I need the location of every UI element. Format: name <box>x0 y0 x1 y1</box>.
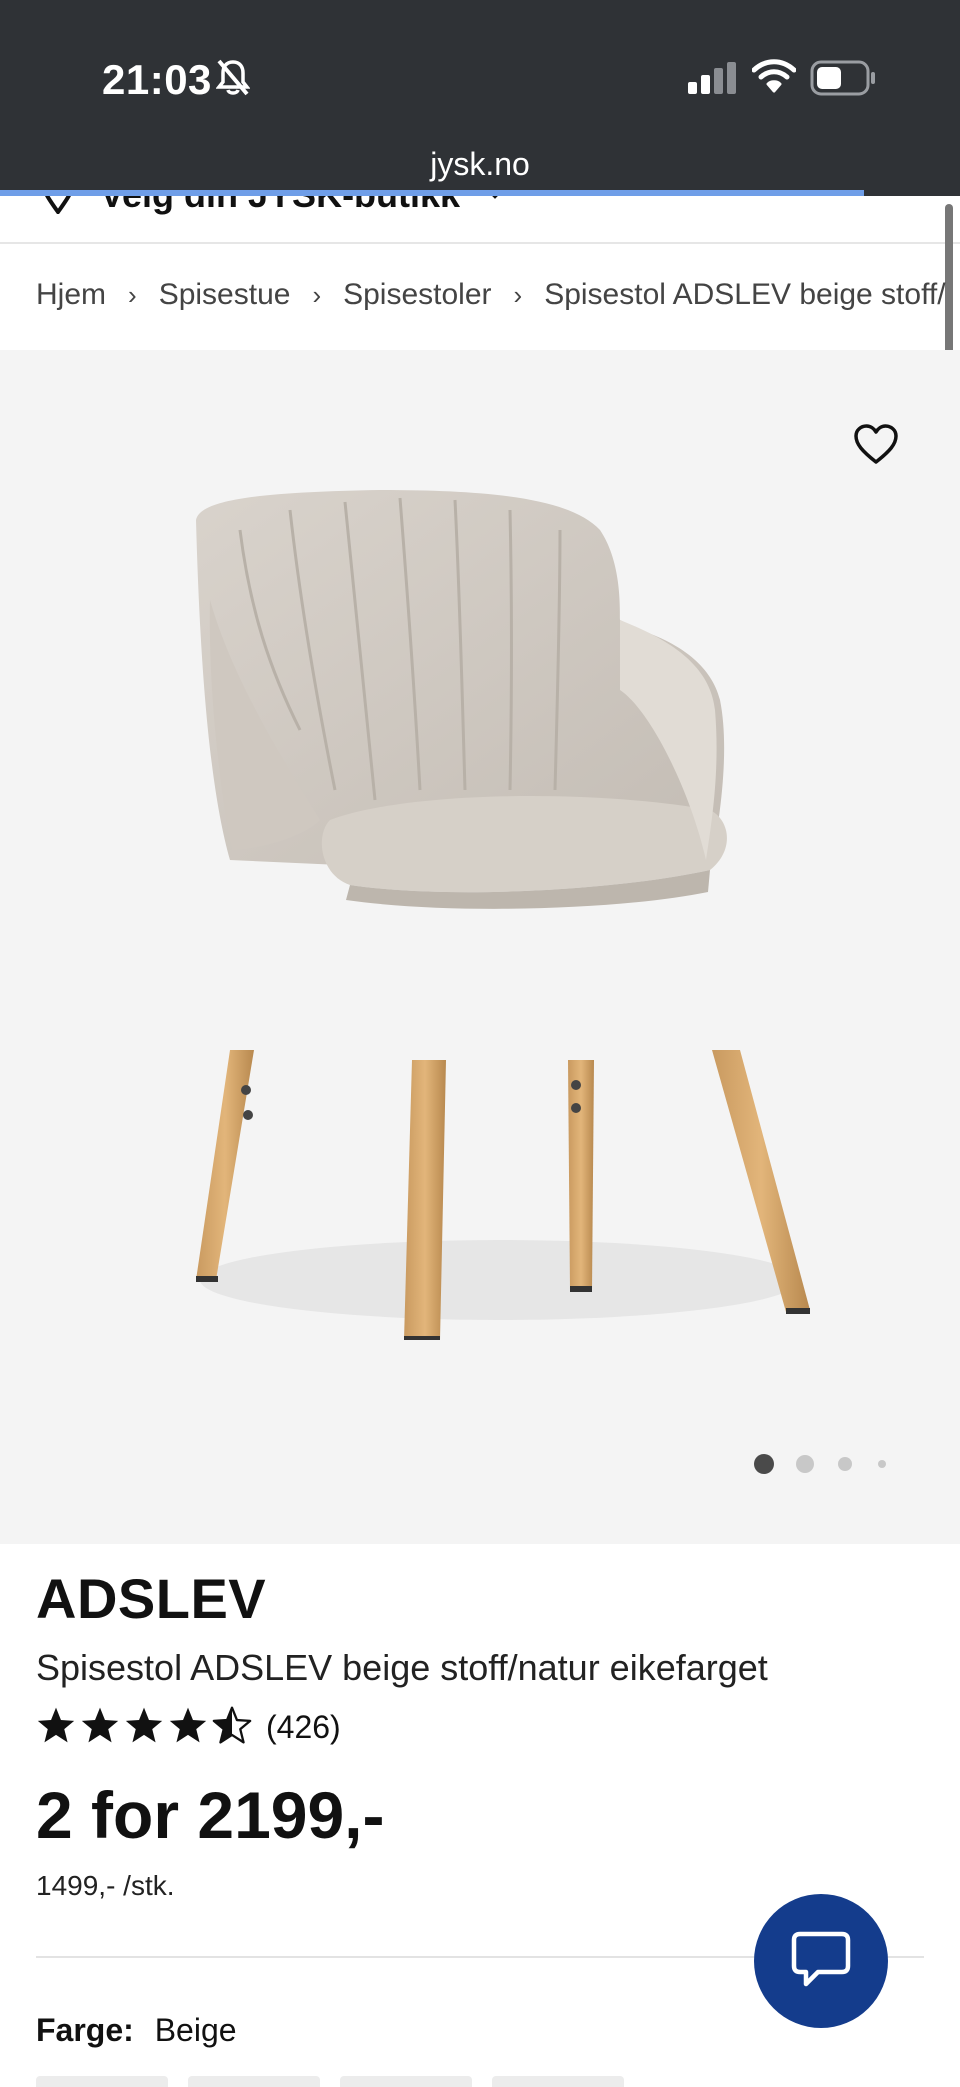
star-half-icon <box>212 1706 252 1749</box>
color-swatch[interactable] <box>36 2076 168 2087</box>
breadcrumb-item-dining-chairs[interactable]: Spisestoler <box>343 278 491 312</box>
breadcrumb-item-home[interactable]: Hjem <box>36 278 106 312</box>
heart-icon[interactable] <box>852 422 900 471</box>
color-value: Beige <box>154 2012 237 2048</box>
gallery-dot-active[interactable] <box>754 1454 774 1474</box>
store-selector[interactable]: Velg din JYSK-butikk <box>0 196 960 244</box>
product-image <box>196 490 810 1340</box>
color-swatch[interactable] <box>340 2076 472 2087</box>
star-icon <box>168 1706 208 1749</box>
address-bar[interactable]: jysk.no <box>0 146 960 183</box>
wifi-icon <box>751 58 797 99</box>
chat-button[interactable] <box>754 1894 888 2028</box>
store-selector-label: Velg din JYSK-butikk <box>100 196 460 216</box>
chevron-down-icon <box>484 196 506 204</box>
product-brand: ADSLEV <box>36 1567 267 1630</box>
breadcrumb-item-dining-room[interactable]: Spisestue <box>159 278 291 312</box>
color-swatch[interactable] <box>188 2076 320 2087</box>
unit-price: 1499,- /stk. <box>36 1870 175 1901</box>
signal-icon <box>688 62 736 99</box>
chevron-right-icon: › <box>312 279 322 310</box>
star-icon <box>80 1706 120 1749</box>
gallery-dot[interactable] <box>878 1460 886 1468</box>
chevron-right-icon: › <box>513 279 523 310</box>
status-bar: 21:03 jysk.no <box>0 0 960 196</box>
breadcrumb: Hjem › Spisestue › Spisestoler › Spisest… <box>36 278 946 312</box>
bell-slash-icon <box>215 58 251 103</box>
status-time: 21:03 <box>102 56 212 103</box>
color-swatches <box>36 2076 624 2087</box>
color-label: Farge: <box>36 2012 134 2048</box>
battery-icon <box>810 60 876 101</box>
gallery-dot[interactable] <box>796 1455 814 1473</box>
location-pin-icon <box>40 196 76 219</box>
rating-count[interactable]: (426) <box>266 1709 341 1746</box>
color-swatch[interactable] <box>492 2076 624 2087</box>
color-selection-label: Farge: Beige <box>36 2012 237 2049</box>
product-image-gallery[interactable] <box>0 350 960 1544</box>
product-price: 2 for 2199,- <box>36 1778 385 1852</box>
gallery-pagination[interactable] <box>754 1454 886 1474</box>
product-rating[interactable]: (426) <box>36 1706 341 1749</box>
star-icon <box>124 1706 164 1749</box>
breadcrumb-item-current[interactable]: Spisestol ADSLEV beige stoff/ <box>544 278 945 312</box>
gallery-dot[interactable] <box>838 1457 852 1471</box>
star-icon <box>36 1706 76 1749</box>
chat-bubble-icon <box>790 1930 852 1993</box>
product-title: Spisestol ADSLEV beige stoff/natur eikef… <box>36 1647 768 1688</box>
chevron-right-icon: › <box>128 279 137 310</box>
